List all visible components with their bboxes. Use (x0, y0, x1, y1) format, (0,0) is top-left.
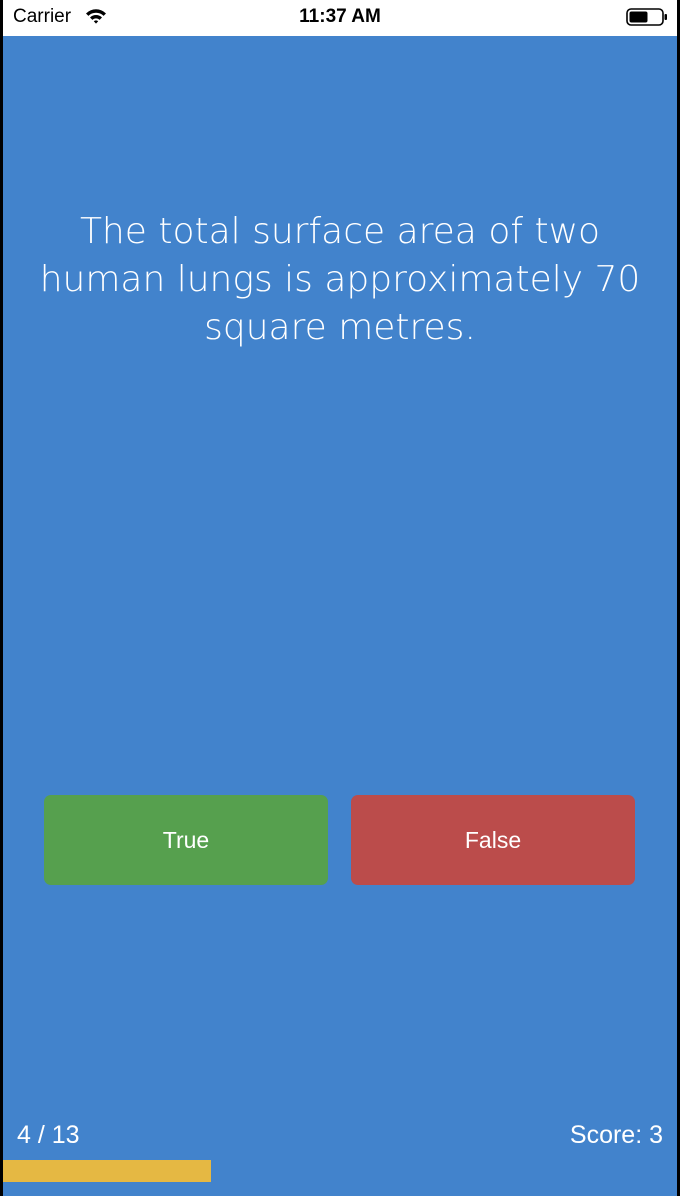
battery-icon (626, 8, 667, 26)
false-button[interactable]: False (351, 795, 635, 885)
question-progress-label: 4 / 13 (17, 1121, 80, 1149)
score-label: Score: 3 (569, 1121, 663, 1149)
true-button[interactable]: True (44, 795, 328, 885)
status-time: 11:37 AM (299, 6, 381, 27)
quiz-screen: Carrier 11:37 AM The total surface area … (3, 0, 677, 1196)
progress-bar (3, 1160, 677, 1182)
question-text: The total surface area of two human lung… (39, 211, 641, 348)
status-bar: Carrier 11:37 AM (3, 0, 677, 36)
progress-bar-fill (3, 1160, 211, 1182)
